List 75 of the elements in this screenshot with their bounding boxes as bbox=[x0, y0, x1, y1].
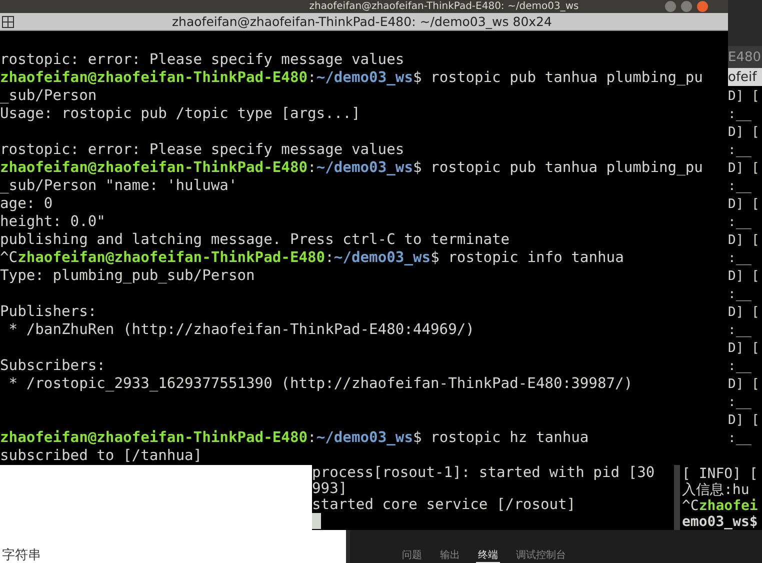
grid-icon[interactable] bbox=[2, 16, 14, 28]
terminal-line: D] [ bbox=[728, 412, 760, 430]
prompt-path: emo03_ws$ bbox=[682, 514, 759, 530]
text-cursor bbox=[312, 513, 321, 529]
terminal-line: :__ bbox=[728, 178, 752, 196]
prompt-path: ~/demo03_ws bbox=[316, 429, 413, 446]
terminal-text: : bbox=[325, 249, 334, 266]
terminal-line: * /rostopic_2933_1629377551390 (http://zhaofeifan-ThinkPad-E480:39987/) bbox=[8, 375, 634, 393]
prompt-user: zhaofeifan@zhaofeifan-ThinkPad-E480 bbox=[18, 249, 326, 266]
terminal-command: $ rostopic hz tanhua bbox=[412, 429, 589, 446]
terminal-command: $ rostopic pub tanhua plumbing_pu bbox=[412, 159, 703, 176]
prompt-path: ~/demo03_ws bbox=[316, 159, 413, 176]
panel-tab[interactable]: 问题 bbox=[400, 550, 424, 563]
terminal-line: D] [ bbox=[728, 88, 760, 106]
terminal-line: height: 0.0" bbox=[0, 213, 106, 231]
terminal-line: Publishers: bbox=[0, 303, 98, 321]
terminal-line: :__ bbox=[728, 286, 752, 304]
terminal-tab[interactable]: E480 bbox=[728, 46, 762, 68]
terminal-line: 993] bbox=[312, 481, 348, 497]
maximize-button[interactable] bbox=[681, 1, 692, 12]
terminal-command: $ rostopic pub tanhua plumbing_pu bbox=[412, 69, 703, 86]
tab-label: E480 bbox=[728, 50, 762, 64]
terminal-line: D] [ bbox=[728, 124, 760, 142]
terminal-line: :__ bbox=[728, 394, 752, 412]
terminal-line: :__ bbox=[728, 250, 752, 268]
prompt-path: ~/demo03_ws bbox=[316, 69, 413, 86]
panel-tab[interactable]: 调试控制台 bbox=[514, 550, 568, 563]
terminal-line: publishing and latching message. Press ctrl-C to terminate bbox=[0, 231, 511, 249]
prompt-path: ~/demo03_ws bbox=[334, 249, 431, 266]
terminal-text: : bbox=[308, 159, 316, 176]
prompt-user: zhaofeifan@zhaofeifan-ThinkPad-E480 bbox=[0, 429, 308, 446]
terminal-line: D] [ bbox=[728, 376, 760, 394]
terminal-text: : bbox=[308, 69, 316, 86]
minimize-button[interactable] bbox=[665, 1, 676, 12]
editor-text: 字符串 bbox=[2, 548, 41, 563]
close-button[interactable] bbox=[697, 1, 708, 12]
window-title: zhaofeifan@zhaofeifan-ThinkPad-E480: ~/demo03_ws 80x24 bbox=[172, 14, 552, 29]
terminal-line: D] [ bbox=[728, 304, 760, 322]
terminal-line: :__ bbox=[728, 106, 752, 124]
terminal-line: started core service [/rosout] bbox=[312, 497, 577, 513]
terminal-line: :__ bbox=[728, 358, 752, 376]
terminal-line: D] [ bbox=[728, 268, 760, 286]
terminal-command: $ rostopic info tanhua bbox=[430, 249, 624, 266]
terminal-line: 入信息:hu bbox=[682, 482, 750, 498]
terminal-line: _sub/Person "name: 'huluwa' bbox=[0, 177, 238, 195]
terminal-line: :__ bbox=[728, 214, 752, 232]
window-title: zhaofeifan@zhaofeifan-ThinkPad-E480: ~/demo03_ws bbox=[309, 0, 579, 12]
prompt-user: zhaofeifan@zhaofeifan-ThinkPad-E480 bbox=[0, 69, 308, 86]
terminal-line: [ INFO] [ bbox=[682, 466, 759, 482]
terminal-line: Subscribers: bbox=[0, 357, 106, 375]
prompt-user: zhaofei bbox=[698, 498, 758, 514]
terminal-line: process[rosout-1]: started with pid [30 bbox=[312, 465, 656, 481]
terminal-line: subscribed to [/tanhua] bbox=[0, 447, 204, 465]
terminal-line: D] [ bbox=[728, 340, 760, 358]
terminal-line: :__ bbox=[728, 322, 752, 340]
terminal-line: Type: plumbing_pub_sub/Person bbox=[0, 267, 256, 285]
terminal-line: Usage: rostopic pub /topic type [args...] bbox=[0, 105, 362, 123]
terminal-line: rostopic: error: Please specify message values bbox=[0, 51, 406, 69]
panel-tab[interactable]: 终端 bbox=[476, 550, 500, 563]
terminal-line: * /banZhuRen (http://zhaofeifan-ThinkPad-E480:44969/) bbox=[8, 321, 476, 339]
terminal-line: D] [ bbox=[728, 196, 760, 214]
terminal-line: age: 0 bbox=[0, 195, 54, 213]
terminal-line: _sub/Person bbox=[0, 87, 98, 105]
terminal-line: D] [ bbox=[728, 232, 760, 250]
terminal-line: :__ bbox=[728, 430, 752, 448]
terminal-line: :__ bbox=[728, 142, 752, 160]
terminal-line: rostopic: error: Please specify message values bbox=[0, 141, 406, 159]
terminal-text: : bbox=[308, 429, 316, 446]
terminal-text: ^C bbox=[682, 498, 699, 514]
panel-tab[interactable]: 输出 bbox=[438, 550, 462, 563]
window-title: ofeif bbox=[728, 70, 757, 84]
terminal-line: D] [ bbox=[728, 160, 760, 178]
terminal-text: ^C bbox=[0, 249, 18, 266]
prompt-user: zhaofeifan@zhaofeifan-ThinkPad-E480 bbox=[0, 159, 308, 176]
scrollbar[interactable] bbox=[674, 465, 680, 530]
